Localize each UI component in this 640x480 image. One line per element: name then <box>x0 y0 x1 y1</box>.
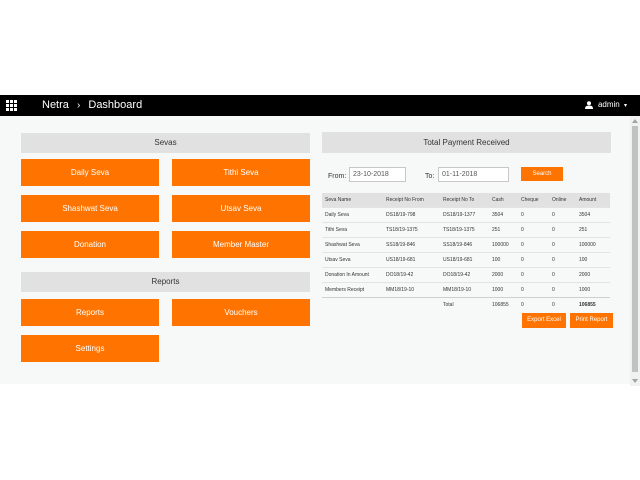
table-cell: DS18/19-798 <box>383 207 440 223</box>
to-label: To: <box>425 173 435 180</box>
column-header: Cheque <box>518 193 549 208</box>
table-cell: US18/19-681 <box>440 252 489 268</box>
table-cell: Donation In Amount <box>322 267 383 283</box>
user-icon <box>584 101 593 109</box>
to-date-input[interactable]: 01-11-2018 <box>438 167 509 182</box>
table-cell: Tithi Seva <box>322 222 383 238</box>
table-cell: 251 <box>576 222 610 238</box>
payment-table: Seva Name Receipt No From Receipt No To … <box>322 193 610 312</box>
total-label: Total <box>440 297 489 312</box>
table-cell: 100 <box>576 252 610 268</box>
table-cell: 0 <box>518 222 549 238</box>
table-cell: MM18/19-10 <box>383 282 440 298</box>
search-button[interactable]: Search <box>521 167 563 181</box>
table-cell: 0 <box>549 252 576 268</box>
table-cell: 3504 <box>576 207 610 223</box>
table-cell: 0 <box>518 252 549 268</box>
table-cell: SS18/19-846 <box>383 237 440 253</box>
from-label: From: <box>328 173 347 180</box>
table-cell: 0 <box>518 282 549 298</box>
table-row: Donation In Amount DO18/19-42 DO18/19-42… <box>322 267 610 283</box>
settings-button[interactable]: Settings <box>21 335 159 362</box>
column-header: Online <box>549 193 576 208</box>
table-cell: MM18/19-10 <box>440 282 489 298</box>
table-cell: Utsav Seva <box>322 252 383 268</box>
table-cell: DS18/19-1377 <box>440 207 489 223</box>
donation-button[interactable]: Donation <box>21 231 159 258</box>
table-cell: 0 <box>549 267 576 283</box>
table-cell: 100000 <box>576 237 610 253</box>
table-cell: 1000 <box>489 282 518 298</box>
table-header-row: Seva Name Receipt No From Receipt No To … <box>322 193 610 208</box>
column-header: Amount <box>576 193 610 208</box>
shashwat-seva-button[interactable]: Shashwat Seva <box>21 195 159 222</box>
user-menu[interactable]: admin ▾ <box>584 98 627 113</box>
table-cell: 100 <box>489 252 518 268</box>
table-cell: 0 <box>549 222 576 238</box>
user-name: admin <box>597 100 620 109</box>
chevron-right-icon: › <box>76 100 81 111</box>
table-cell: 0 <box>549 282 576 298</box>
table-cell <box>322 297 383 312</box>
table-cell: 2000 <box>576 267 610 283</box>
table-row: Members Receipt MM18/19-10 MM18/19-10 10… <box>322 282 610 298</box>
table-cell: 0 <box>518 267 549 283</box>
table-cell: US18/19-681 <box>383 252 440 268</box>
column-header: Receipt No To <box>440 193 489 208</box>
table-cell <box>383 297 440 312</box>
table-cell: 1000 <box>576 282 610 298</box>
apps-grid-icon[interactable] <box>6 100 17 111</box>
column-header: Seva Name <box>322 193 383 208</box>
scroll-up-arrow-icon[interactable] <box>632 119 638 123</box>
sevas-header: Sevas <box>21 133 310 153</box>
reports-button[interactable]: Reports <box>21 299 159 326</box>
table-row: Daily Seva DS18/19-798 DS18/19-1377 3504… <box>322 207 610 223</box>
print-report-button[interactable]: Print Report <box>570 313 613 328</box>
table-cell: Shashwat Seva <box>322 237 383 253</box>
total-cash: 106855 <box>489 297 518 312</box>
export-excel-button[interactable]: Export Excel <box>522 313 566 328</box>
table-cell: 3504 <box>489 207 518 223</box>
table-cell: TS18/19-1375 <box>440 222 489 238</box>
column-header: Cash <box>489 193 518 208</box>
tithi-seva-button[interactable]: Tithi Seva <box>172 159 310 186</box>
table-cell: TS18/19-1375 <box>383 222 440 238</box>
reports-header: Reports <box>21 272 310 292</box>
utsav-seva-button[interactable]: Utsav Seva <box>172 195 310 222</box>
total-amount: 106855 <box>576 297 610 312</box>
table-cell: Members Receipt <box>322 282 383 298</box>
total-cheque: 0 <box>518 297 549 312</box>
brand-name[interactable]: Netra <box>42 99 69 111</box>
table-cell: Daily Seva <box>322 207 383 223</box>
vouchers-button[interactable]: Vouchers <box>172 299 310 326</box>
table-row: Utsav Seva US18/19-681 US18/19-681 100 0… <box>322 252 610 268</box>
table-cell: DO18/19-42 <box>440 267 489 283</box>
table-cell: SS18/19-846 <box>440 237 489 253</box>
table-cell: 0 <box>518 237 549 253</box>
total-row: Total 106855 0 0 106855 <box>322 297 610 312</box>
top-navbar: Netra › Dashboard admin ▾ <box>0 95 640 116</box>
table-row: Shashwat Seva SS18/19-846 SS18/19-846 10… <box>322 237 610 253</box>
caret-down-icon: ▾ <box>623 103 627 109</box>
table-cell: 0 <box>518 207 549 223</box>
table-cell: 251 <box>489 222 518 238</box>
table-cell: 0 <box>549 207 576 223</box>
column-header: Receipt No From <box>383 193 440 208</box>
page-title: Dashboard <box>88 99 143 111</box>
from-date-input[interactable]: 23-10-2018 <box>349 167 406 182</box>
table-cell: 0 <box>549 237 576 253</box>
table-cell: DO18/19-42 <box>383 267 440 283</box>
scroll-down-arrow-icon[interactable] <box>632 379 638 383</box>
scrollbar-thumb[interactable] <box>632 126 638 372</box>
breadcrumb: Netra › Dashboard <box>42 97 142 114</box>
total-payment-header: Total Payment Received <box>322 132 611 153</box>
daily-seva-button[interactable]: Daily Seva <box>21 159 159 186</box>
table-cell: 100000 <box>489 237 518 253</box>
table-cell: 2000 <box>489 267 518 283</box>
table-row: Tithi Seva TS18/19-1375 TS18/19-1375 251… <box>322 222 610 238</box>
total-online: 0 <box>549 297 576 312</box>
member-master-button[interactable]: Member Master <box>172 231 310 258</box>
vertical-scrollbar[interactable] <box>630 116 640 386</box>
